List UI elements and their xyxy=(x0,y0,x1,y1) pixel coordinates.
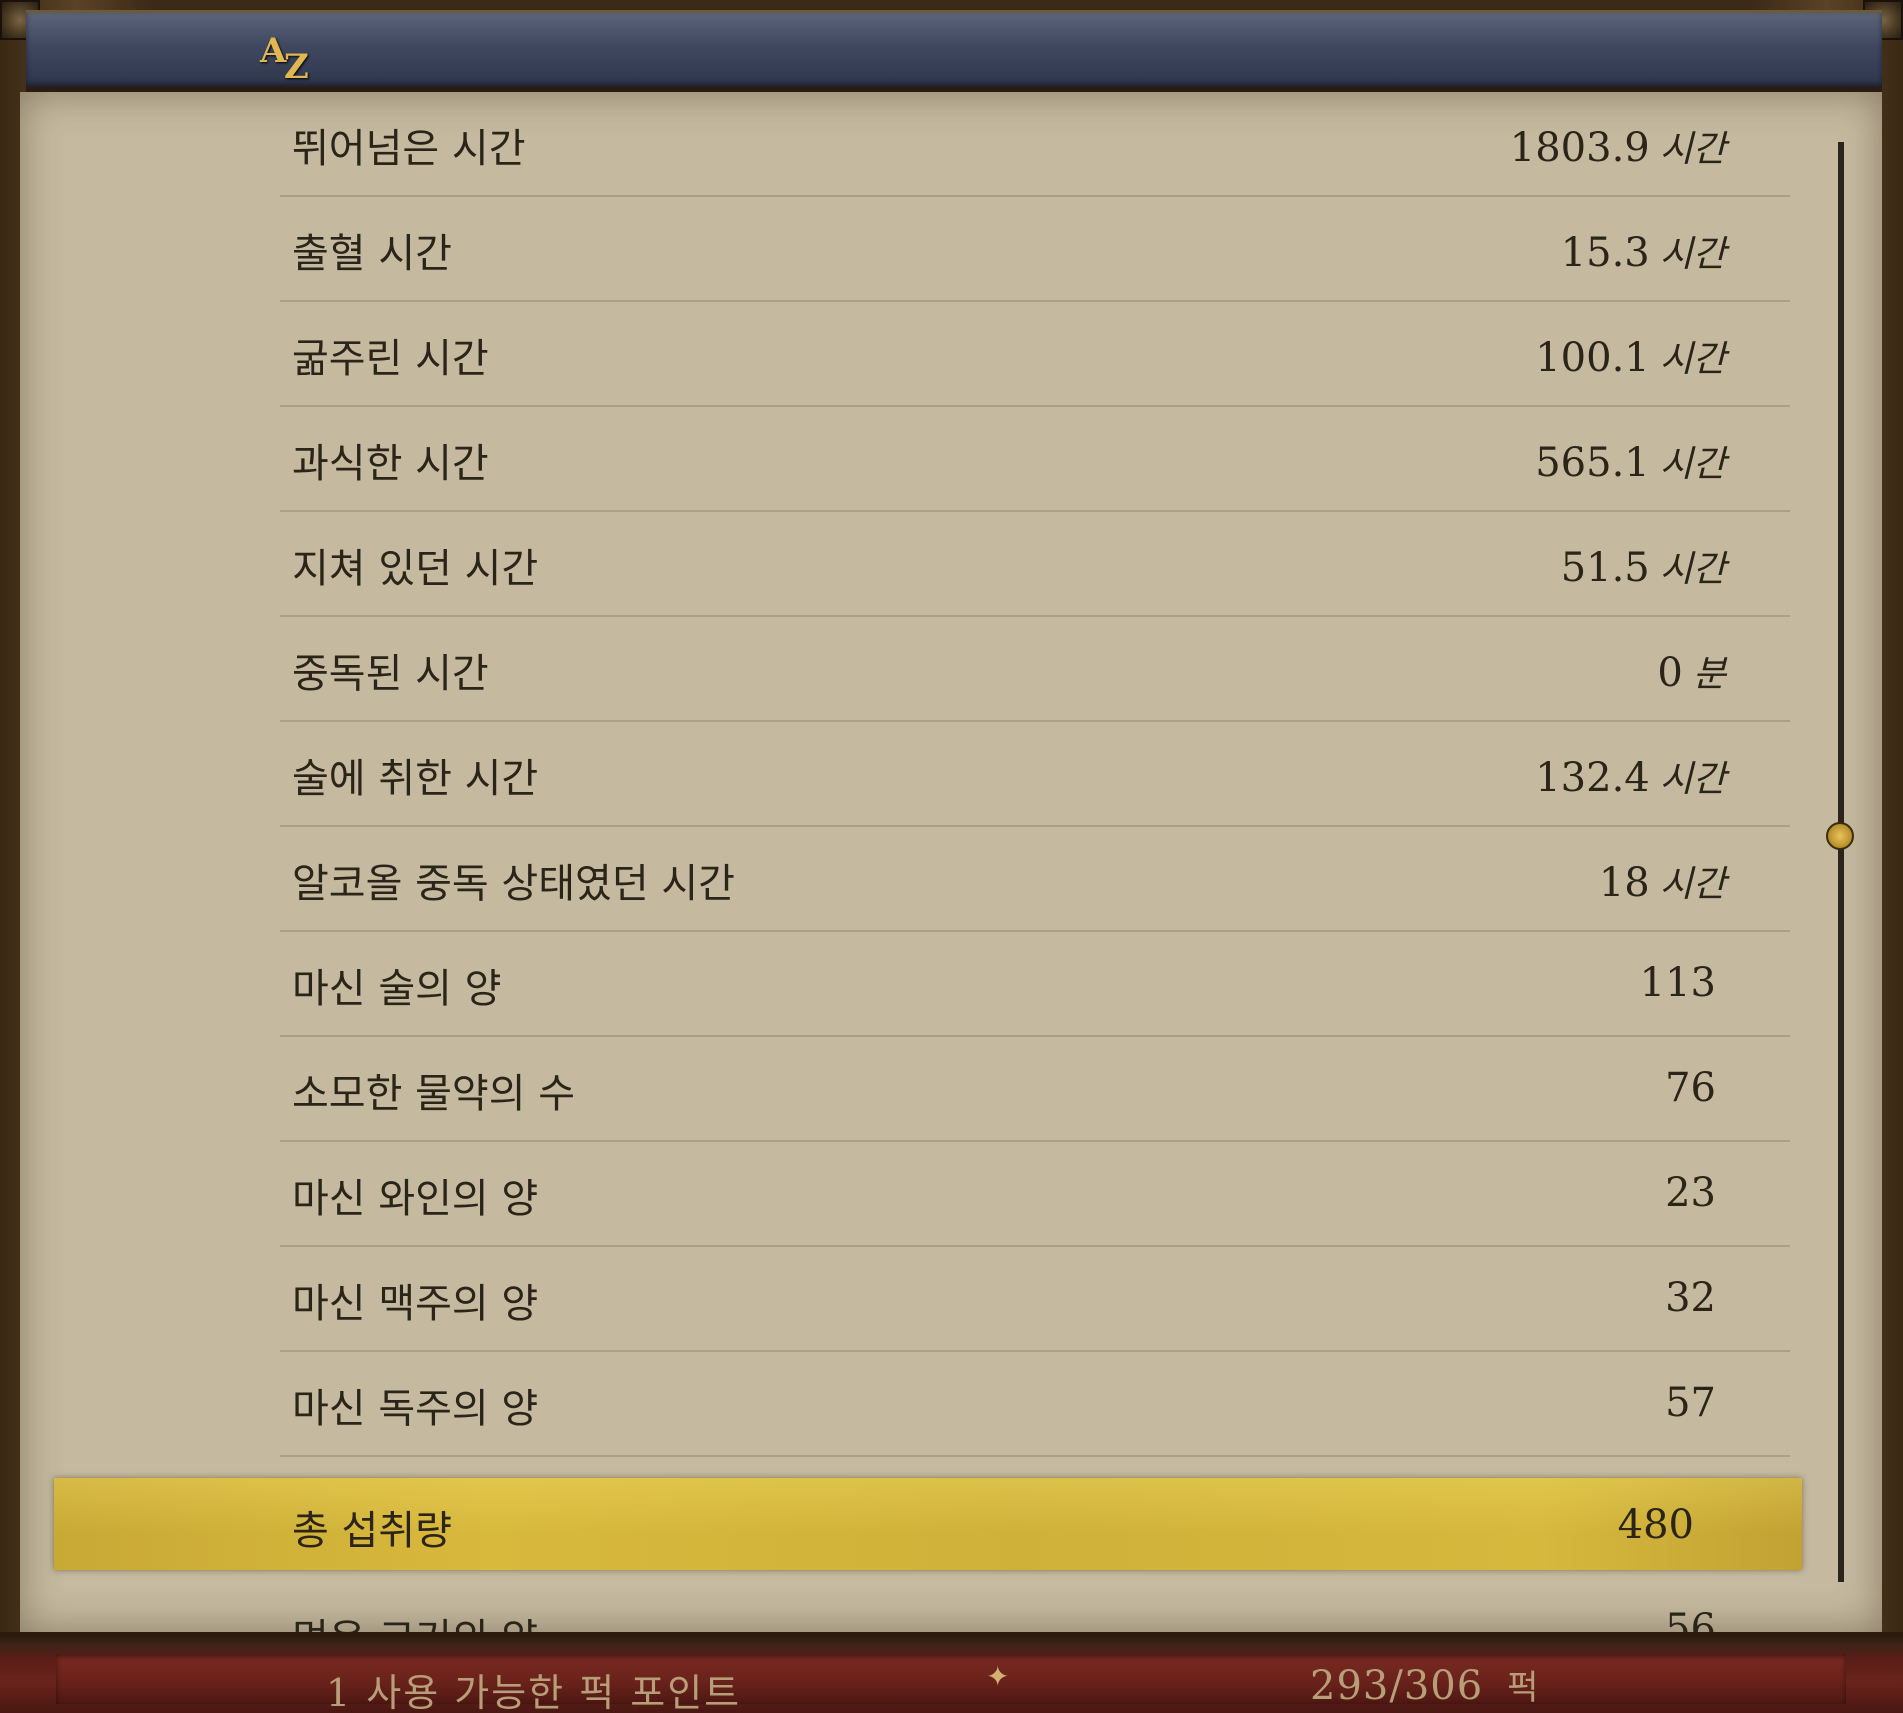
stat-label: 과식한 시간 xyxy=(292,441,489,487)
sort-letter-z: Z xyxy=(284,47,309,87)
stat-unit: 시간 xyxy=(1659,234,1726,275)
perk-footer-bar: 1 사용 가능한 퍽 포인트 ✦ 293/306 퍽 xyxy=(0,1632,1903,1713)
stat-label: 출혈 시간 xyxy=(292,231,452,277)
stat-value: 565.1 시간 xyxy=(1535,440,1726,486)
stat-unit: 시간 xyxy=(1659,444,1726,485)
perk-suffix: 퍽 xyxy=(1507,1668,1540,1708)
stat-row[interactable]: 술에 취한 시간 132.4 시간 xyxy=(280,722,1790,827)
stat-label: 굶주린 시간 xyxy=(292,336,489,382)
stat-row[interactable]: 마신 와인의 양 23 xyxy=(280,1142,1790,1247)
stat-label: 총 섭취량 xyxy=(292,1508,452,1554)
stat-label: 마신 독주의 양 xyxy=(292,1386,539,1432)
stat-label: 마신 맥주의 양 xyxy=(292,1281,539,1327)
footer-ornament-icon: ✦ xyxy=(986,1660,1010,1693)
stat-label: 먹은 고기의 양 xyxy=(292,1606,538,1632)
stat-value: 480 xyxy=(1617,1502,1694,1548)
stat-value: 113 xyxy=(1639,960,1716,1006)
stat-row[interactable]: 마신 독주의 양 57 xyxy=(280,1352,1790,1457)
stat-label: 소모한 물약의 수 xyxy=(292,1071,576,1117)
stat-label: 중독된 시간 xyxy=(292,651,489,697)
stats-panel: 뛰어넘은 시간 1803.9 시간 출혈 시간 15.3 시간 굶주린 시간 100… xyxy=(20,92,1882,1632)
stat-unit: 시간 xyxy=(1659,549,1726,590)
scrollbar-thumb[interactable] xyxy=(1826,822,1854,850)
stat-row[interactable]: 소모한 물약의 수 76 xyxy=(280,1037,1790,1142)
stat-value: 132.4 시간 xyxy=(1535,755,1726,801)
perk-count: 293/306 퍽 xyxy=(1310,1663,1540,1709)
stat-label: 마신 와인의 양 xyxy=(292,1176,539,1222)
sort-letter-a: A xyxy=(260,31,287,71)
stat-row[interactable]: 과식한 시간 565.1 시간 xyxy=(280,407,1790,512)
stats-header-bar: A Z xyxy=(26,10,1882,92)
stat-value: 57 xyxy=(1665,1380,1716,1426)
stat-row-selected[interactable]: 총 섭취량 480 xyxy=(54,1478,1802,1570)
stat-unit: 시간 xyxy=(1659,129,1726,170)
stat-label: 술에 취한 시간 xyxy=(292,756,539,802)
stat-label: 지쳐 있던 시간 xyxy=(292,546,539,592)
stat-value: 18 시간 xyxy=(1598,860,1726,906)
stat-unit: 시간 xyxy=(1659,759,1726,800)
stat-value: 32 xyxy=(1665,1275,1716,1321)
stat-value: 76 xyxy=(1665,1065,1716,1111)
stat-unit: 시간 xyxy=(1659,339,1726,380)
perk-footer-inner: 1 사용 가능한 퍽 포인트 ✦ 293/306 퍽 xyxy=(56,1654,1846,1713)
stat-value: 0분 xyxy=(1657,650,1726,696)
stat-value: 100.1 시간 xyxy=(1535,335,1726,381)
stat-unit: 분 xyxy=(1692,654,1726,695)
stat-row[interactable]: 굶주린 시간 100.1 시간 xyxy=(280,302,1790,407)
stat-row[interactable]: 먹은 고기의 양 56 xyxy=(280,1592,1790,1632)
stat-row[interactable]: 마신 맥주의 양 32 xyxy=(280,1247,1790,1352)
stat-label: 마신 술의 양 xyxy=(292,966,502,1012)
available-perk-points: 1 사용 가능한 퍽 포인트 xyxy=(326,1671,742,1713)
stat-label: 뛰어넘은 시간 xyxy=(292,126,526,172)
stat-label: 알코올 중독 상태였던 시간 xyxy=(292,861,735,907)
scrollbar-track[interactable] xyxy=(1838,142,1844,1582)
stat-value: 1803.9 시간 xyxy=(1509,125,1726,171)
stat-row[interactable]: 출혈 시간 15.3 시간 xyxy=(280,197,1790,302)
stat-row[interactable]: 지쳐 있던 시간 51.5 시간 xyxy=(280,512,1790,617)
az-sort-icon[interactable]: A Z xyxy=(256,31,316,87)
stat-unit: 시간 xyxy=(1659,864,1726,905)
stat-row[interactable]: 마신 술의 양 113 xyxy=(280,932,1790,1037)
stat-value: 56 xyxy=(1665,1606,1716,1632)
stat-row[interactable]: 뛰어넘은 시간 1803.9 시간 xyxy=(280,92,1790,197)
stat-value: 15.3 시간 xyxy=(1560,230,1726,276)
stat-row[interactable]: 알코올 중독 상태였던 시간 18 시간 xyxy=(280,827,1790,932)
stat-value: 51.5 시간 xyxy=(1560,545,1726,591)
stat-value: 23 xyxy=(1665,1170,1716,1216)
stat-row[interactable]: 중독된 시간 0분 xyxy=(280,617,1790,722)
